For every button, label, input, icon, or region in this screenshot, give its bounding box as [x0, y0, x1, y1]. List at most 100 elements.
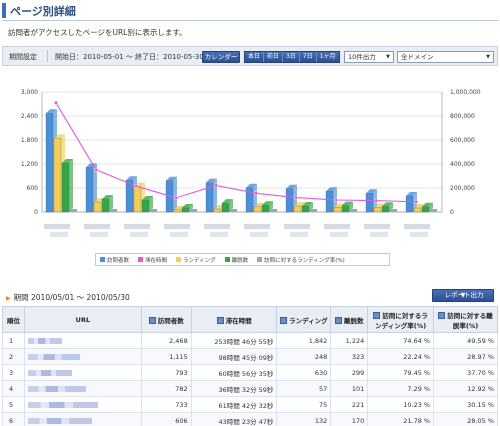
bullet-icon: ▶	[6, 295, 11, 302]
col-visitors-label: 訪問者数	[157, 316, 184, 325]
cell-time: 36時間 32分 59秒	[190, 380, 278, 397]
period-3days-button[interactable]: 3日	[283, 52, 300, 62]
cell-landing: 57	[276, 380, 332, 397]
chevron-down-icon: ▼	[486, 54, 490, 60]
redacted-url[interactable]	[27, 417, 92, 424]
x-tick-label	[324, 224, 350, 229]
x-tick-label	[170, 232, 188, 237]
cell-landing: 1,842	[276, 332, 332, 349]
col-landing-rate[interactable]: 訪問に対するランディング率(%)	[367, 306, 435, 333]
sort-icon	[148, 316, 156, 324]
redacted-url[interactable]	[27, 369, 72, 376]
bar	[70, 209, 77, 212]
bar	[101, 198, 110, 213]
series-point-time	[53, 100, 59, 105]
series-point-time	[93, 167, 99, 172]
col-time[interactable]: 滞在時間	[190, 306, 278, 333]
legend-swatch	[257, 257, 263, 262]
series-point-time	[133, 184, 139, 189]
cell-visitors: 782	[140, 380, 192, 397]
bar	[213, 208, 222, 213]
bar	[221, 203, 230, 213]
cell-exits: 101	[330, 380, 369, 397]
bar	[381, 206, 390, 213]
x-tick-label	[50, 232, 68, 237]
col-url: URL	[23, 306, 142, 333]
col-visitors[interactable]: 訪問者数	[140, 306, 192, 333]
y-left-tick-label: 1,800	[21, 137, 38, 144]
legend-swatch	[138, 257, 144, 262]
col-exits[interactable]: 離脱数	[330, 306, 369, 333]
bar	[270, 209, 277, 212]
bar	[421, 206, 430, 213]
report-output-button[interactable]: レポート出力 ▼	[432, 289, 494, 302]
calendar-button[interactable]: カレンダー	[202, 51, 240, 63]
table-row: 2 1,115 98時間 45分 09秒 248 323 22.24 % 28.97 %	[2, 348, 498, 365]
table-header-row: 順位 URL 訪問者数 滞在時間 ランディング 離脱数 訪問に対するランディング…	[2, 306, 498, 333]
period-today-button[interactable]: 本日	[245, 52, 265, 62]
cell-url[interactable]	[23, 412, 142, 426]
count-select[interactable]: 10件出力 ▼	[344, 51, 394, 63]
page-stats-chart: 3,000 1,000,000 2,400 800,000 1,800 600,000 1,…	[2, 70, 498, 275]
cell-landing: 132	[276, 412, 332, 426]
redacted-url[interactable]	[27, 385, 86, 392]
bar	[413, 207, 422, 213]
bar	[141, 199, 150, 213]
y-left-tick-label: 600	[27, 185, 39, 192]
cell-rank: 5	[2, 396, 25, 413]
table-row: 3 793 60時間 56分 35秒 630 299 79.45 % 37.70 %	[2, 364, 498, 381]
cell-time: 98時間 45分 09秒	[190, 348, 278, 365]
cell-landing-rate: 7.29 %	[367, 380, 435, 397]
legend-item-time: 滞在時間	[138, 256, 167, 264]
bar	[310, 209, 317, 212]
domain-select[interactable]: 全ドメイン ▼	[397, 51, 494, 63]
bar	[93, 201, 102, 213]
y-right-tick-label: 1,000,000	[450, 89, 481, 96]
bar	[365, 193, 374, 213]
period-7days-button[interactable]: 7日	[299, 52, 317, 62]
bar	[53, 138, 62, 213]
bar	[150, 209, 157, 212]
legend-item-landing-rate: 訪問に対するランディング率(%)	[257, 256, 345, 264]
cell-visitors: 733	[140, 396, 192, 413]
col-exit-rate[interactable]: 訪問に対する離脱率(%)	[433, 306, 498, 333]
table-row: 4 782 36時間 32分 59秒 57 101 7.29 % 12.92 %	[2, 380, 498, 397]
cell-exit-rate: 49.59 %	[433, 332, 498, 349]
y-left-tick-label: 1,200	[21, 161, 38, 168]
col-landing[interactable]: ランディング	[276, 306, 332, 333]
x-tick-label	[84, 224, 110, 229]
legend-label: 滞在時間	[145, 257, 168, 264]
sort-icon	[216, 316, 224, 324]
count-select-value: 10件出力	[348, 53, 376, 61]
y-right-tick-label: 800,000	[450, 113, 475, 120]
x-tick-label	[330, 232, 348, 237]
cell-url[interactable]	[23, 332, 142, 349]
period-yesterday-button[interactable]: 前日	[264, 52, 284, 62]
redacted-url[interactable]	[27, 401, 98, 408]
redacted-url[interactable]	[27, 337, 62, 344]
col-exit-rate-label: 訪問に対する離脱率(%)	[447, 311, 493, 330]
bar	[285, 188, 294, 213]
series-point-time	[293, 195, 299, 200]
redacted-url[interactable]	[27, 353, 80, 360]
cell-url[interactable]	[23, 396, 142, 413]
report-output-text: レポート出力	[444, 291, 484, 299]
cell-url[interactable]	[23, 380, 142, 397]
x-tick-label	[44, 224, 70, 229]
page-description: 訪問者がアクセスしたページをURL別に表示します。	[8, 28, 187, 37]
bar	[85, 167, 94, 213]
sort-icon	[280, 316, 288, 324]
x-tick-label	[90, 232, 108, 237]
table-row: 1 2,468 253時間 46分 55秒 1,842 1,224 74.64 % 49.5…	[2, 332, 498, 349]
y-left-tick-label: 2,400	[21, 113, 38, 120]
y-right-tick-label: 600,000	[450, 137, 475, 144]
x-tick-label	[210, 232, 228, 237]
cell-url[interactable]	[23, 348, 142, 365]
sort-icon	[335, 316, 343, 324]
y-right-tick-label: 0	[450, 209, 454, 216]
page-header: ページ別詳細	[0, 0, 500, 22]
bar	[325, 191, 334, 213]
cell-exits: 1,224	[330, 332, 369, 349]
cell-url[interactable]	[23, 364, 142, 381]
period-1month-button[interactable]: 1ヶ月	[316, 52, 339, 62]
